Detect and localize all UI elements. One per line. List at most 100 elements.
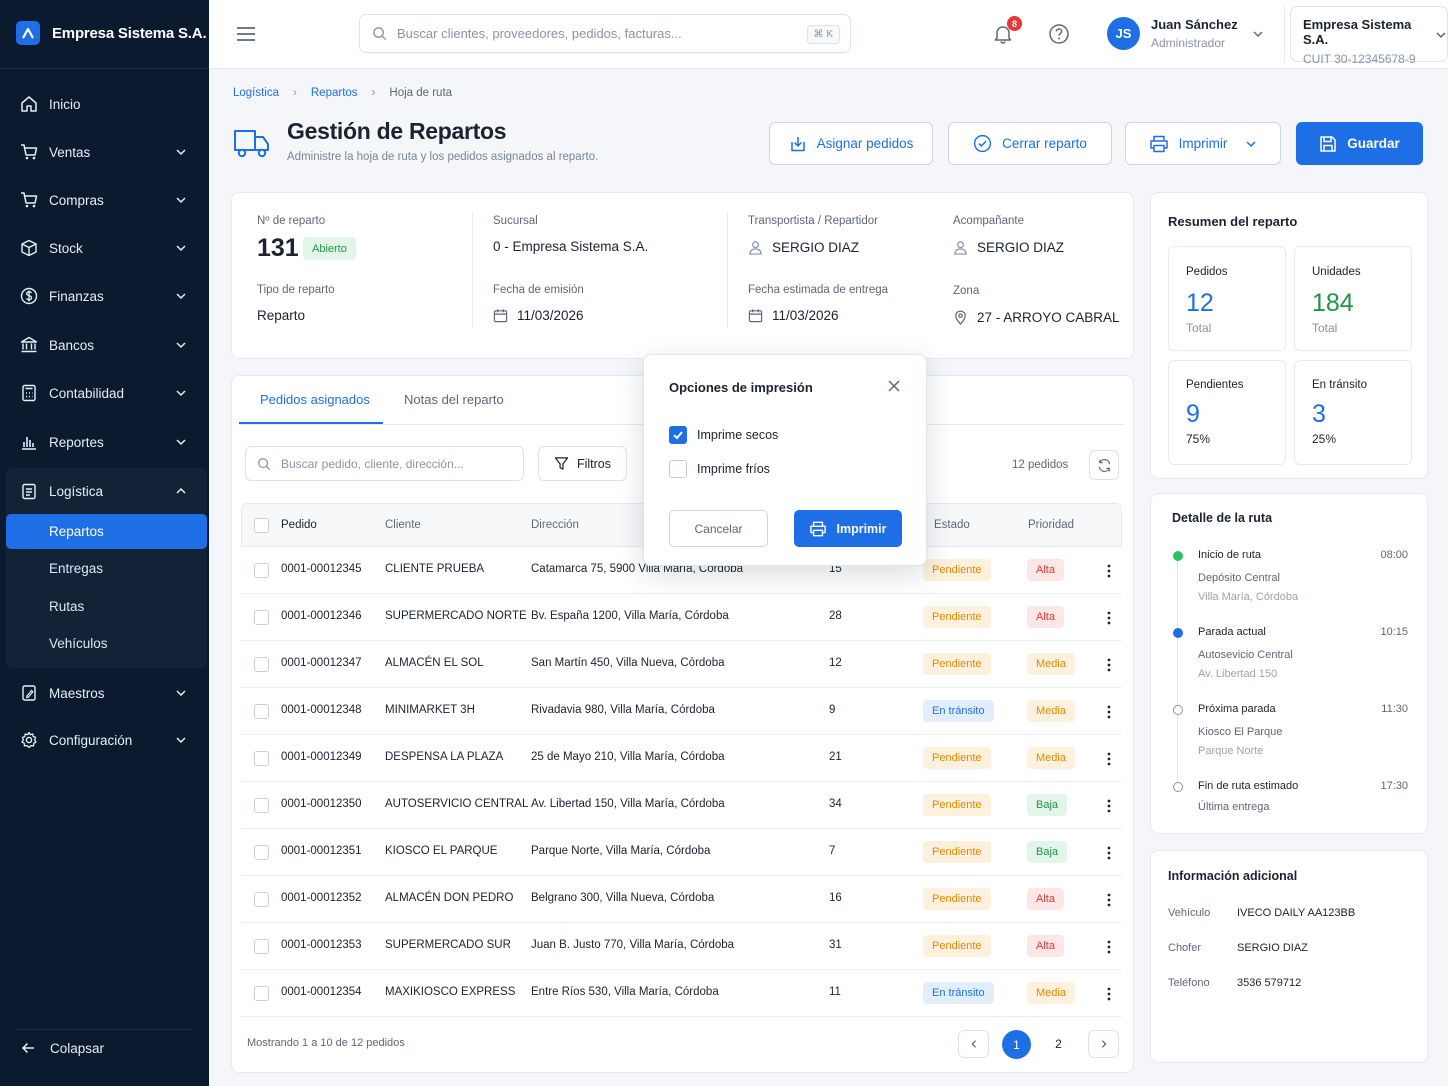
sidebar-item-reportes[interactable]: Reportes xyxy=(6,424,207,460)
breadcrumb-logistica[interactable]: Logística xyxy=(233,87,279,99)
order-number[interactable]: 0001-00012347 xyxy=(281,657,362,669)
row-checkbox[interactable] xyxy=(254,986,269,1001)
stat-value: 12 xyxy=(1186,289,1214,317)
order-units: 21 xyxy=(829,751,842,763)
more-vertical-icon[interactable] xyxy=(1101,798,1117,814)
order-client: AUTOSERVICIO CENTRAL xyxy=(385,798,529,810)
row-checkbox[interactable] xyxy=(254,563,269,578)
help-button[interactable] xyxy=(1048,23,1070,45)
col-prioridad[interactable]: Prioridad xyxy=(1028,519,1074,531)
prev-page-button[interactable] xyxy=(958,1030,989,1058)
collapse-label: Colapsar xyxy=(50,1040,105,1056)
order-number[interactable]: 0001-00012353 xyxy=(281,939,362,951)
sidebar-item-maestros[interactable]: Maestros xyxy=(6,675,207,711)
option-imprime-frios[interactable]: Imprime fríos xyxy=(669,460,770,478)
cart-icon xyxy=(21,192,38,208)
more-vertical-icon[interactable] xyxy=(1101,939,1117,955)
row-checkbox[interactable] xyxy=(254,751,269,766)
sidebar-item-logistica[interactable]: Logística xyxy=(6,473,207,509)
row-checkbox[interactable] xyxy=(254,798,269,813)
assign-orders-button[interactable]: Asignar pedidos xyxy=(769,122,933,165)
order-number[interactable]: 0001-00012348 xyxy=(281,704,362,716)
page-1-button[interactable]: 1 xyxy=(1002,1030,1031,1059)
refresh-button[interactable] xyxy=(1089,450,1119,480)
next-page-button[interactable] xyxy=(1088,1030,1119,1058)
order-number[interactable]: 0001-00012349 xyxy=(281,751,362,763)
print-dropdown-button[interactable]: Imprimir xyxy=(1125,122,1281,165)
sidebar-item-contabilidad[interactable]: Contabilidad xyxy=(6,375,207,411)
sidebar-item-ventas[interactable]: Ventas xyxy=(6,134,207,170)
more-vertical-icon[interactable] xyxy=(1101,610,1117,626)
sidebar-subitem-vehiculos[interactable]: Vehículos xyxy=(6,626,207,661)
orders-search-input[interactable] xyxy=(281,456,511,471)
col-direccion[interactable]: Dirección xyxy=(531,519,579,531)
more-vertical-icon[interactable] xyxy=(1101,563,1117,579)
sidebar-subitem-rutas[interactable]: Rutas xyxy=(6,589,207,624)
row-checkbox[interactable] xyxy=(254,892,269,907)
close-delivery-button[interactable]: Cerrar reparto xyxy=(948,122,1112,165)
table-row[interactable]: 0001-00012347 ALMACÉN EL SOL San Martín 45… xyxy=(241,641,1122,688)
table-row[interactable]: 0001-00012351 KIOSCO EL PARQUE Parque Nort… xyxy=(241,829,1122,876)
save-label: Guardar xyxy=(1347,136,1400,151)
table-row[interactable]: 0001-00012353 SUPERMERCADO SUR Juan B. Jus… xyxy=(241,923,1122,970)
sidebar-item-finanzas[interactable]: Finanzas xyxy=(6,278,207,314)
select-all-checkbox[interactable] xyxy=(254,518,269,533)
more-vertical-icon[interactable] xyxy=(1101,704,1117,720)
save-button[interactable]: Guardar xyxy=(1296,122,1423,165)
global-search[interactable]: ⌘ K xyxy=(359,14,851,53)
menu-toggle-button[interactable] xyxy=(236,24,256,44)
table-row[interactable]: 0001-00012352 ALMACÉN DON PEDRO Belgrano 3… xyxy=(241,876,1122,923)
option-imprime-secos[interactable]: Imprime secos xyxy=(669,426,778,444)
company-selector[interactable]: Empresa Sistema S.A. CUIT 30-12345678-9 xyxy=(1290,6,1448,66)
order-number[interactable]: 0001-00012350 xyxy=(281,798,362,810)
more-vertical-icon[interactable] xyxy=(1101,751,1117,767)
cancel-button[interactable]: Cancelar xyxy=(669,510,768,547)
sidebar-item-stock[interactable]: Stock xyxy=(6,230,207,266)
row-checkbox[interactable] xyxy=(254,657,269,672)
row-checkbox[interactable] xyxy=(254,939,269,954)
order-number[interactable]: 0001-00012352 xyxy=(281,892,362,904)
breadcrumb-repartos[interactable]: Repartos xyxy=(311,87,358,99)
checkbox-unchecked[interactable] xyxy=(669,460,687,478)
global-search-input[interactable] xyxy=(397,26,787,41)
collapse-sidebar-button[interactable]: Colapsar xyxy=(20,1040,104,1056)
order-number[interactable]: 0001-00012354 xyxy=(281,986,362,998)
filters-button[interactable]: Filtros xyxy=(538,446,627,481)
printer-icon xyxy=(1149,135,1168,152)
order-number[interactable]: 0001-00012346 xyxy=(281,610,362,622)
row-checkbox[interactable] xyxy=(254,610,269,625)
close-popover-button[interactable] xyxy=(887,379,901,393)
orders-search[interactable] xyxy=(245,446,524,481)
col-pedido[interactable]: Pedido xyxy=(281,519,317,531)
sidebar-subitem-repartos[interactable]: Repartos xyxy=(6,514,207,549)
tab-notas-reparto[interactable]: Notas del reparto xyxy=(404,392,504,407)
order-number[interactable]: 0001-00012351 xyxy=(281,845,362,857)
table-row[interactable]: 0001-00012354 MAXIKIOSCO EXPRESS Entre Río… xyxy=(241,970,1122,1017)
sidebar-item-bancos[interactable]: Bancos xyxy=(6,327,207,363)
more-vertical-icon[interactable] xyxy=(1101,986,1117,1002)
more-vertical-icon[interactable] xyxy=(1101,845,1117,861)
user-menu[interactable]: JS Juan Sánchez Administrador xyxy=(1107,17,1264,50)
checkbox-checked[interactable] xyxy=(669,426,687,444)
delivery-number-label: Nº de reparto xyxy=(257,215,326,227)
tab-pedidos-asignados[interactable]: Pedidos asignados xyxy=(260,392,370,407)
table-row[interactable]: 0001-00012349 DESPENSA LA PLAZA 25 de Mayo… xyxy=(241,735,1122,782)
row-checkbox[interactable] xyxy=(254,704,269,719)
col-cliente[interactable]: Cliente xyxy=(385,519,421,531)
order-number[interactable]: 0001-00012345 xyxy=(281,563,362,575)
table-row[interactable]: 0001-00012348 MINIMARKET 3H Rivadavia 980,… xyxy=(241,688,1122,735)
sidebar-subitem-entregas[interactable]: Entregas xyxy=(6,551,207,586)
sidebar-item-compras[interactable]: Compras xyxy=(6,182,207,218)
print-button[interactable]: Imprimir xyxy=(794,510,902,547)
more-vertical-icon[interactable] xyxy=(1101,892,1117,908)
brand[interactable]: Empresa Sistema S.A. xyxy=(16,21,207,45)
sidebar-item-inicio[interactable]: Inicio xyxy=(6,86,207,122)
row-checkbox[interactable] xyxy=(254,845,269,860)
col-estado[interactable]: Estado xyxy=(934,519,970,531)
page-2-button[interactable]: 2 xyxy=(1043,1030,1074,1058)
more-vertical-icon[interactable] xyxy=(1101,657,1117,673)
clipboard-icon xyxy=(22,483,36,500)
table-row[interactable]: 0001-00012346 SUPERMERCADO NORTE Bv. Españ… xyxy=(241,594,1122,641)
table-row[interactable]: 0001-00012350 AUTOSERVICIO CENTRAL Av. Lib… xyxy=(241,782,1122,829)
sidebar-item-configuracion[interactable]: Configuración xyxy=(6,722,207,758)
